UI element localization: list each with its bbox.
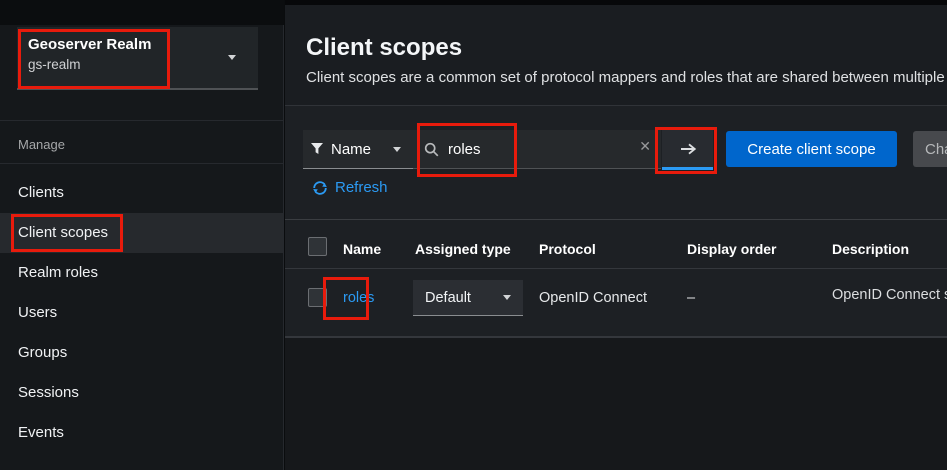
sidebar-item-groups[interactable]: Groups <box>0 333 283 373</box>
search-icon <box>424 142 439 157</box>
chevron-down-icon <box>393 147 401 152</box>
realm-selector[interactable]: Geoserver Realm gs-realm <box>17 27 258 90</box>
create-client-scope-button[interactable]: Create client scope <box>726 131 897 167</box>
description-cell: OpenID Connect scope for add user roles … <box>832 282 947 309</box>
protocol-cell: OpenID Connect <box>539 290 647 306</box>
chevron-down-icon <box>503 295 511 300</box>
nav-group-label: Manage <box>18 137 65 152</box>
select-all-checkbox[interactable] <box>308 237 327 256</box>
client-scope-link[interactable]: roles <box>343 290 374 306</box>
filter-dropdown[interactable]: Name <box>303 130 413 169</box>
page-title: Client scopes <box>306 34 462 62</box>
realm-name: Geoserver Realm <box>28 36 247 53</box>
search-input[interactable] <box>448 141 613 158</box>
column-header-description[interactable]: Description <box>832 241 909 257</box>
arrow-right-icon <box>679 142 697 156</box>
column-header-assigned-type[interactable]: Assigned type <box>415 241 511 257</box>
clear-search-icon[interactable]: ✕ <box>639 139 651 155</box>
sidebar-divider <box>0 120 284 121</box>
assigned-type-value: Default <box>425 290 471 306</box>
sidebar-item-clients[interactable]: Clients <box>0 173 283 213</box>
sidebar-item-sessions[interactable]: Sessions <box>0 373 283 413</box>
sidebar-divider <box>0 163 284 164</box>
empty-area <box>285 337 947 470</box>
change-type-button[interactable]: Change type <box>913 131 947 167</box>
masthead-strip <box>0 0 284 25</box>
table-header-border <box>285 268 947 269</box>
sidebar-item-users[interactable]: Users <box>0 293 283 333</box>
search-submit-button[interactable] <box>662 130 713 170</box>
filter-icon <box>311 143 323 155</box>
refresh-label: Refresh <box>335 179 388 196</box>
refresh-link[interactable]: Refresh <box>312 179 388 196</box>
display-order-cell: – <box>687 290 695 306</box>
column-header-name[interactable]: Name <box>343 241 381 257</box>
column-header-display-order[interactable]: Display order <box>687 241 776 257</box>
chevron-down-icon <box>228 55 236 60</box>
realm-id: gs-realm <box>28 57 247 72</box>
sidebar-nav: Clients Client scopes Realm roles Users … <box>0 173 283 453</box>
table-section <box>285 219 947 337</box>
page-description: Client scopes are a common set of protoc… <box>306 69 947 86</box>
row-checkbox[interactable] <box>308 288 327 307</box>
sidebar-item-client-scopes[interactable]: Client scopes <box>0 213 283 253</box>
filter-label: Name <box>331 141 371 158</box>
sidebar-item-events[interactable]: Events <box>0 413 283 453</box>
refresh-icon <box>312 180 328 196</box>
sidebar-item-realm-roles[interactable]: Realm roles <box>0 253 283 293</box>
column-header-protocol[interactable]: Protocol <box>539 241 596 257</box>
assigned-type-select[interactable]: Default <box>413 280 523 316</box>
search-box: ✕ <box>413 130 661 169</box>
